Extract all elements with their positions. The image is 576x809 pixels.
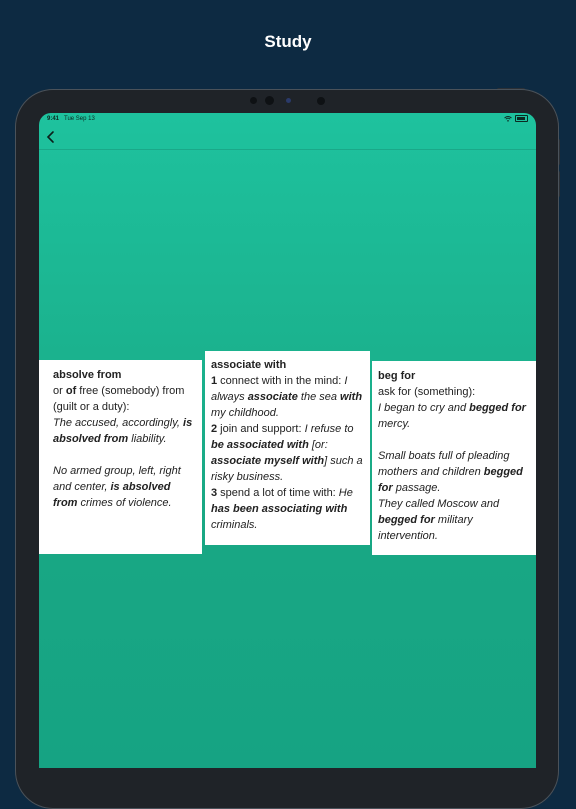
proximity-sensor-icon (317, 97, 325, 105)
navigation-bar (39, 125, 536, 150)
text-run: begged for (378, 514, 435, 526)
text-run: has been associating with (211, 503, 348, 515)
flashcard-absolve-from[interactable]: absolve from or of free (somebody) from … (39, 360, 202, 554)
text-run: of (65, 385, 77, 397)
status-bar: 9:41 Tue Sep 13 (39, 113, 536, 125)
card-sense: 1 connect with in the mind: I always ass… (211, 373, 365, 421)
text-run: associate (247, 391, 298, 403)
text-run: [or: (308, 439, 328, 451)
card-definition: or of free (somebody) from (guilt or a d… (53, 383, 196, 415)
status-time: 9:41 (47, 116, 60, 122)
card-example: They called Moscow and begged for milita… (378, 496, 530, 544)
text-run: be associated with (211, 439, 309, 451)
text-run: spend a lot of time with: (217, 487, 339, 499)
text-run: my childhood. (211, 407, 279, 419)
card-sense: 3 spend a lot of time with: He has been … (211, 485, 365, 533)
text-run: criminals. (211, 519, 258, 531)
camera-icon (250, 97, 257, 104)
text-run: with (340, 391, 363, 403)
card-headword: beg for (378, 370, 416, 382)
text-run: mercy. (378, 418, 411, 430)
text-run: crimes of violence. (77, 497, 172, 509)
text-run: or (53, 385, 66, 397)
text-run: He (338, 487, 353, 499)
card-example: I began to cry and begged for mercy. (378, 400, 530, 432)
text-run: I began to cry and (378, 402, 470, 414)
flashcard-beg-for[interactable]: beg for ask for (something): I began to … (372, 361, 536, 555)
card-sense: 2 join and support: I refuse to be assoc… (211, 421, 365, 485)
card-example: Small boats full of pleading mothers and… (378, 448, 530, 496)
text-run: associate myself with (211, 455, 325, 467)
text-run: connect with in the mind: (217, 375, 345, 387)
text-run: the sea (297, 391, 341, 403)
flashcard-associate-with[interactable]: associate with 1 connect with in the min… (205, 351, 370, 545)
text-run: begged for (469, 402, 526, 414)
status-date: Tue Sep 13 (64, 116, 95, 122)
wifi-icon (504, 115, 512, 122)
text-run: The accused, accordingly, (53, 417, 184, 429)
text-run: passage. (392, 482, 441, 494)
card-definition: ask for (something): (378, 384, 530, 400)
camera-lens-icon (265, 96, 274, 105)
text-run: join and support: (217, 423, 305, 435)
card-headword: associate with (211, 359, 287, 371)
battery-icon (515, 115, 528, 122)
back-button[interactable] (43, 129, 59, 145)
text-run: ask for (something): (378, 386, 476, 398)
sensor-icon (286, 98, 291, 103)
card-headword: absolve from (53, 369, 122, 381)
card-example: No armed group, left, right and center, … (53, 463, 196, 511)
app-screen: 9:41 Tue Sep 13 absolve from or of free … (39, 113, 536, 768)
card-example: The accused, accordingly, is absolved fr… (53, 415, 196, 447)
text-run: liability. (128, 433, 167, 445)
text-run: They called Moscow and (378, 498, 500, 510)
chevron-left-icon (46, 131, 54, 143)
promo-title: Study (264, 32, 312, 51)
status-indicators (504, 115, 528, 122)
text-run: I refuse to (304, 423, 354, 435)
